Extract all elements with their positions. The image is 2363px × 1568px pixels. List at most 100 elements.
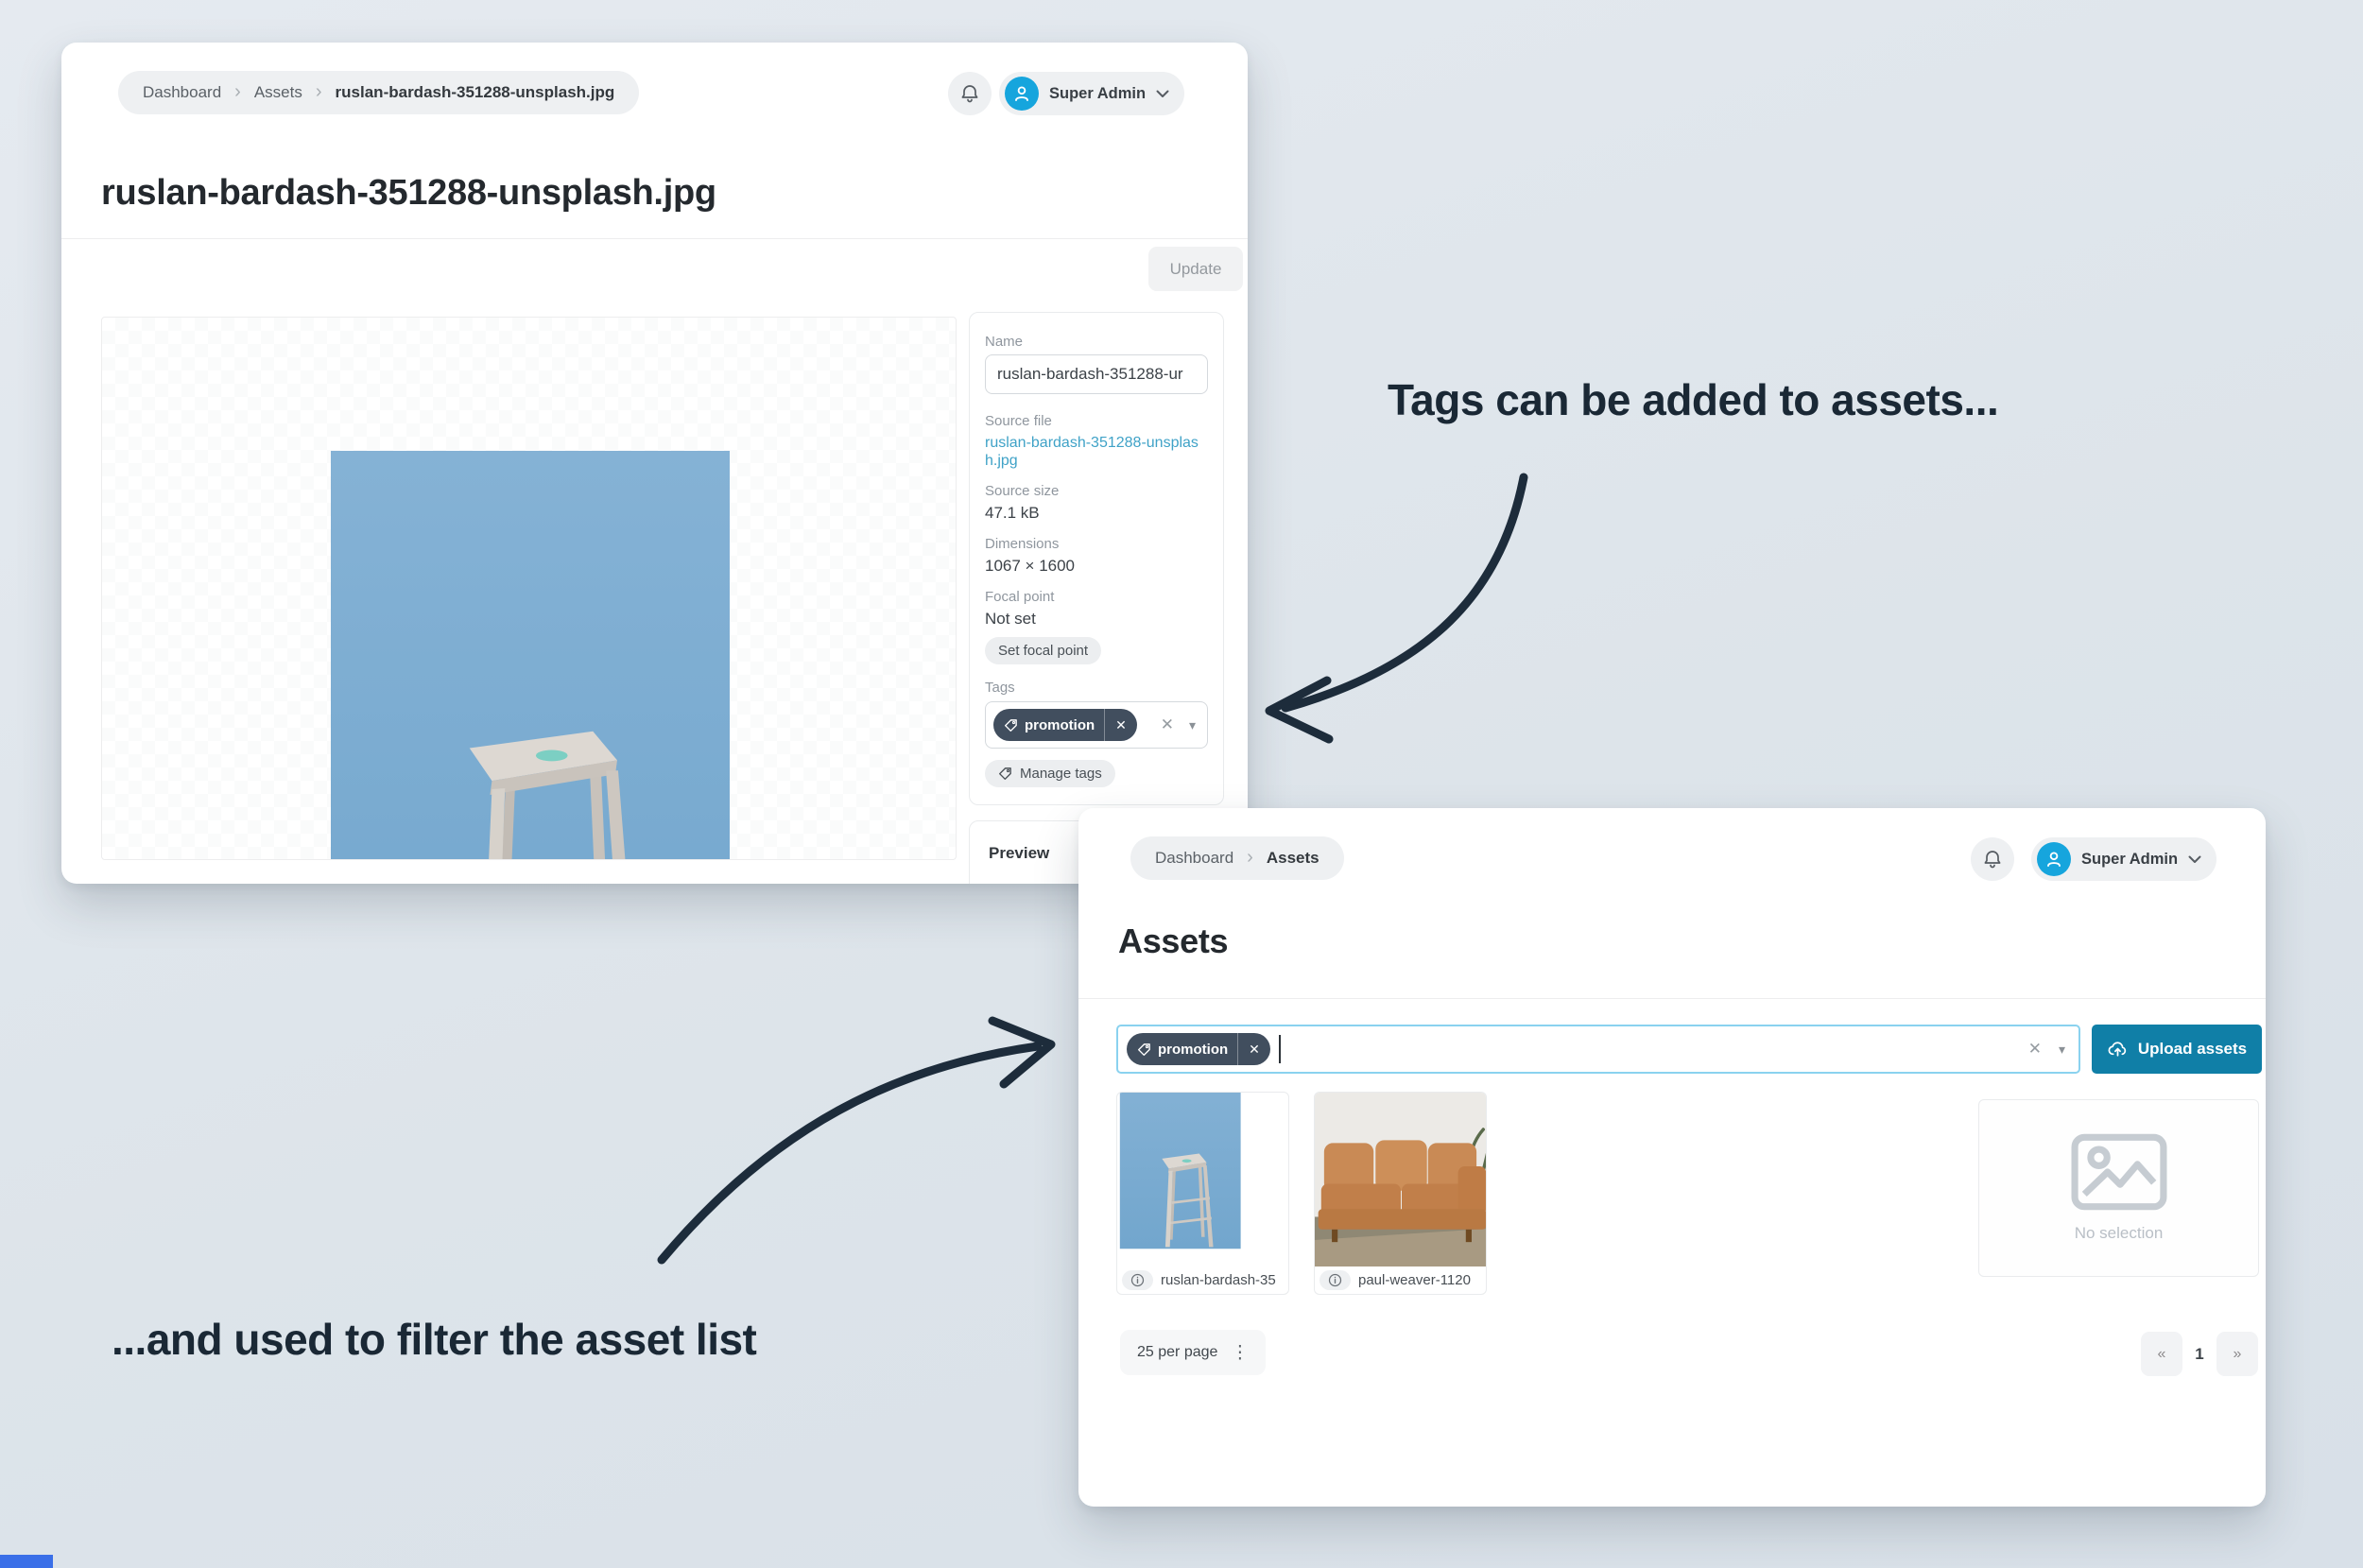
chevron-down-icon (1156, 90, 1169, 98)
pagination-next-button[interactable]: » (2216, 1332, 2258, 1376)
person-icon (1012, 84, 1031, 103)
asset-filename: paul-weaver-1120 (1358, 1272, 1471, 1288)
tag-icon (1137, 1042, 1151, 1057)
per-page-select[interactable]: 25 per page ⋮ (1120, 1330, 1267, 1375)
couch-thumbnail (1315, 1093, 1486, 1266)
no-selection-label: No selection (2074, 1224, 2164, 1242)
video-progress-bar (0, 1555, 53, 1568)
asset-details-card: Name Source file ruslan-bardash-351288-u… (969, 312, 1224, 805)
filter-dropdown-icon[interactable]: ▾ (2059, 1042, 2065, 1058)
notifications-button[interactable] (948, 72, 992, 115)
cloud-upload-icon (2107, 1039, 2129, 1060)
notifications-button[interactable] (1971, 837, 2014, 881)
source-size-value: 47.1 kB (985, 504, 1040, 523)
tag-chip-label: promotion (1025, 716, 1095, 733)
stool-photo (331, 451, 730, 859)
tags-label: Tags (985, 680, 1015, 697)
text-cursor (1278, 1035, 1281, 1063)
image-placeholder-icon (2071, 1133, 2167, 1211)
arrow-to-tags-head (1265, 676, 1334, 744)
avatar (1005, 77, 1039, 111)
source-size-label: Source size (985, 483, 1060, 500)
chevron-right-icon: › (1247, 847, 1253, 868)
chevron-down-icon (2188, 855, 2201, 864)
focal-point-label: Focal point (985, 589, 1055, 606)
tag-chip-label: promotion (1158, 1041, 1229, 1058)
tags-select[interactable]: promotion ✕ ✕ ▾ (985, 701, 1208, 750)
source-file-link[interactable]: ruslan-bardash-351288-unsplash.jpg (985, 434, 1208, 470)
user-menu-label: Super Admin (1049, 84, 1147, 102)
set-focal-point-button[interactable]: Set focal point (985, 637, 1102, 665)
name-input[interactable] (985, 354, 1208, 394)
source-file-label: Source file (985, 413, 1052, 429)
remove-tag-icon[interactable]: ✕ (1238, 1042, 1270, 1058)
tag-icon (1004, 718, 1018, 732)
tags-dropdown-icon[interactable]: ▾ (1189, 717, 1196, 733)
update-button[interactable]: Update (1148, 247, 1243, 291)
manage-tags-button[interactable]: Manage tags (985, 760, 1115, 788)
asset-card-footer: ruslan-bardash-35 (1117, 1266, 1288, 1294)
upload-assets-button[interactable]: Upload assets (2092, 1025, 2262, 1074)
tag-icon (998, 767, 1012, 781)
user-menu[interactable]: Super Admin (999, 72, 1185, 115)
pagination-prev-button[interactable]: « (2141, 1332, 2182, 1376)
breadcrumb: Dashboard › Assets › ruslan-bardash-3512… (118, 71, 640, 114)
bell-icon (958, 82, 981, 105)
chevron-right-icon: › (315, 81, 322, 102)
arrow-to-filter-head (988, 1016, 1056, 1089)
tag-chip-promotion: promotion ✕ (1127, 1033, 1270, 1065)
asset-detail-window: Dashboard › Assets › ruslan-bardash-3512… (61, 43, 1248, 884)
asset-info-button[interactable] (1122, 1270, 1153, 1290)
dimensions-label: Dimensions (985, 536, 1060, 553)
arrow-to-filter (657, 1042, 1043, 1265)
annotation-tags-note: Tags can be added to assets... (1388, 375, 1999, 424)
arrow-to-tags (1281, 473, 1528, 713)
page-title: ruslan-bardash-351288-unsplash.jpg (101, 173, 716, 213)
remove-tag-icon[interactable]: ✕ (1105, 717, 1137, 733)
breadcrumb-item-dashboard[interactable]: Dashboard (1155, 849, 1233, 868)
no-selection-panel: No selection (1978, 1099, 2259, 1277)
breadcrumb: Dashboard › Assets (1130, 836, 1344, 880)
asset-card-footer: paul-weaver-1120 (1315, 1266, 1486, 1294)
preview-section-label: Preview (989, 844, 1050, 862)
focal-point-value: Not set (985, 610, 1036, 629)
tag-chip-promotion: promotion ✕ (993, 709, 1137, 742)
upload-assets-label: Upload assets (2137, 1040, 2248, 1058)
kebab-menu-icon[interactable]: ⋮ (1231, 1342, 1249, 1364)
asset-card-paul[interactable]: paul-weaver-1120 (1314, 1092, 1487, 1295)
clear-filter-icon[interactable]: ✕ (2028, 1040, 2042, 1059)
dimensions-value: 1067 × 1600 (985, 557, 1076, 576)
info-icon (1130, 1273, 1145, 1287)
breadcrumb-item-assets: Assets (1266, 849, 1319, 867)
avatar (2037, 842, 2071, 876)
user-menu-label: Super Admin (2081, 850, 2179, 868)
asset-info-button[interactable] (1319, 1270, 1351, 1290)
pagination-page-1[interactable]: 1 (2182, 1332, 2216, 1376)
bell-icon (1981, 848, 2004, 870)
breadcrumb-item-dashboard[interactable]: Dashboard (143, 83, 221, 102)
annotation-filter-note: ...and used to filter the asset list (112, 1315, 757, 1364)
asset-photo[interactable] (331, 451, 730, 859)
asset-filename: ruslan-bardash-35 (1161, 1272, 1276, 1288)
header-divider (1078, 998, 2266, 999)
page-title: Assets (1118, 922, 1229, 960)
tutorial-canvas: Dashboard › Assets › ruslan-bardash-3512… (0, 0, 2363, 1568)
breadcrumb-item-assets[interactable]: Assets (254, 83, 302, 102)
asset-thumbnail (1117, 1093, 1288, 1266)
tag-filter-input[interactable]: promotion ✕ ✕ ▾ (1116, 1025, 2080, 1074)
clear-tags-icon[interactable]: ✕ (1161, 715, 1174, 734)
breadcrumb-item-current: ruslan-bardash-351288-unsplash.jpg (335, 83, 615, 101)
asset-thumbnail (1315, 1093, 1486, 1266)
header-divider (61, 238, 1248, 239)
person-icon (2044, 850, 2063, 869)
chevron-right-icon: › (234, 81, 241, 102)
manage-tags-label: Manage tags (1020, 766, 1102, 783)
image-preview-panel (101, 317, 957, 860)
user-menu[interactable]: Super Admin (2031, 837, 2217, 881)
asset-card-ruslan[interactable]: ruslan-bardash-35 (1116, 1092, 1289, 1295)
name-label: Name (985, 334, 1024, 350)
stool-thumbnail (1117, 1093, 1288, 1266)
per-page-label: 25 per page (1137, 1344, 1218, 1360)
info-icon (1328, 1273, 1342, 1287)
asset-list-window: Dashboard › Assets Super Admin Assets pr… (1078, 808, 2266, 1507)
